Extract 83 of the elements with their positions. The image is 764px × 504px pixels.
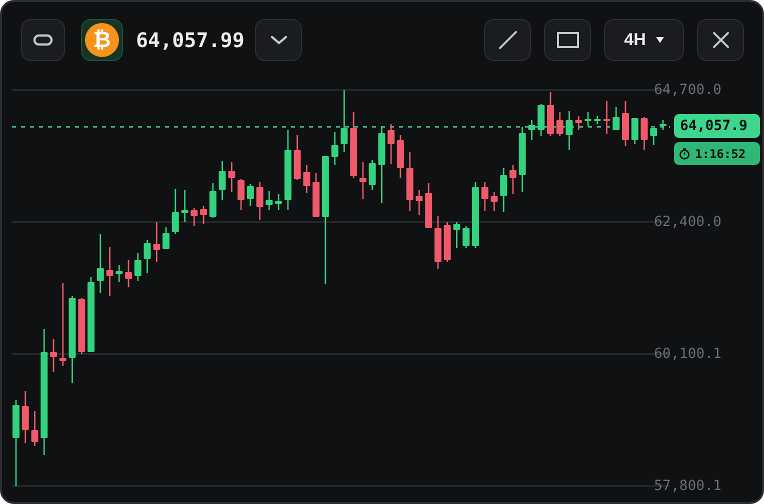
price-axis-label: 60,100.1	[654, 346, 722, 361]
price-axis-label: 64,700.0	[654, 83, 722, 97]
candlestick	[650, 128, 658, 145]
price-axis-label: 62,400.0	[654, 215, 722, 229]
candlestick	[622, 101, 629, 146]
pill-icon	[33, 34, 53, 46]
candlestick	[388, 124, 395, 164]
candlestick	[368, 160, 376, 190]
candlestick	[434, 216, 442, 269]
candlestick	[331, 132, 338, 165]
close-button[interactable]	[697, 19, 744, 61]
candlestick	[444, 222, 451, 262]
candlestick	[238, 179, 245, 210]
candlestick	[481, 182, 488, 211]
price-axis-label: 57,800.1	[654, 479, 722, 493]
candlestick	[528, 120, 536, 140]
candlestick	[546, 92, 554, 136]
candlestick	[556, 112, 564, 136]
candlestick	[518, 127, 526, 192]
candlestick	[294, 135, 301, 180]
candlestick	[275, 194, 282, 210]
candlestick	[416, 190, 423, 215]
close-icon	[712, 31, 730, 49]
candlestick	[78, 298, 86, 354]
candlestick	[631, 118, 638, 144]
candlestick	[96, 234, 104, 293]
candlestick	[340, 90, 348, 152]
candlestick	[509, 165, 516, 194]
candlestick	[350, 112, 358, 178]
candlestick	[575, 116, 582, 130]
candlestick	[144, 240, 151, 274]
candlestick	[303, 165, 310, 194]
candlestick	[181, 190, 188, 222]
candlestick	[256, 182, 264, 220]
candlestick	[246, 184, 254, 206]
candlestick	[312, 173, 320, 217]
candlestick	[190, 208, 198, 226]
candlestick	[566, 111, 573, 150]
candlestick	[200, 206, 208, 224]
caret-icon	[656, 37, 664, 43]
candlestick	[396, 135, 404, 178]
candlestick	[162, 227, 170, 249]
candlestick	[594, 116, 601, 124]
pill-button[interactable]	[21, 19, 65, 61]
candlestick	[660, 120, 666, 130]
candlestick	[218, 161, 226, 200]
interval-dropdown[interactable]: 4H	[604, 19, 684, 61]
candlestick	[153, 222, 160, 262]
candlestick	[50, 339, 57, 372]
rectangle-icon	[556, 32, 578, 48]
candlestick	[106, 247, 114, 296]
candlestick	[490, 192, 498, 211]
candlestick	[359, 162, 366, 199]
candlestick	[134, 253, 142, 281]
candlestick	[406, 152, 414, 211]
coin-symbol: ₿	[85, 23, 119, 57]
stopwatch-icon	[679, 148, 690, 160]
rectangle-tool-button[interactable]	[544, 19, 591, 61]
candlestick	[612, 107, 620, 130]
candlestick	[538, 104, 545, 136]
candlestick	[266, 191, 273, 210]
candlestick	[116, 265, 123, 282]
candlestick	[472, 182, 479, 248]
candlestick	[425, 182, 432, 228]
candlestick	[603, 101, 610, 134]
candlestick	[500, 168, 508, 212]
countdown-timer: 1:16:52	[695, 146, 746, 162]
dropdown-button[interactable]	[255, 19, 302, 61]
line-tool-button[interactable]	[484, 19, 531, 61]
candlestick	[125, 260, 132, 288]
chevron-down-icon	[270, 35, 288, 45]
candlestick	[209, 182, 216, 218]
candlestick	[228, 162, 236, 192]
candlestick	[462, 226, 470, 248]
diagonal-line-icon	[498, 30, 518, 50]
candlestick	[453, 222, 460, 248]
price-badge: 64,057.9	[674, 114, 760, 138]
candlestick	[31, 411, 38, 446]
candlestick	[640, 116, 648, 150]
candlestick	[22, 391, 29, 444]
candlestick	[584, 112, 592, 126]
current-price: 64,057.99	[136, 27, 244, 54]
candlestick	[172, 189, 179, 234]
